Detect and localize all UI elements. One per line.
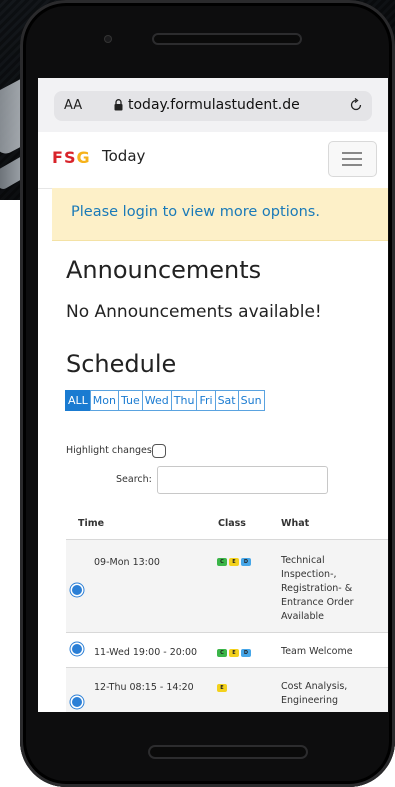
row-what-line: Team Welcome	[281, 646, 353, 657]
day-filter-group: ALL Mon Tue Wed Thu Fri Sat Sun	[65, 390, 265, 411]
day-filter-mon[interactable]: Mon	[89, 390, 119, 411]
row-what-line: Entrance Order	[281, 597, 354, 608]
class-badge-d: D	[241, 649, 251, 657]
schedule-heading: Schedule	[66, 350, 177, 378]
day-filter-sat[interactable]: Sat	[214, 390, 239, 411]
earpiece-speaker	[152, 33, 302, 45]
row-what: Technical Inspection-, Registration- & E…	[281, 554, 381, 624]
row-what-line: Technical	[281, 555, 325, 566]
announcements-empty-text: No Announcements available!	[66, 302, 322, 322]
column-header-time: Time	[78, 518, 105, 529]
class-badge-e: E	[229, 558, 239, 566]
logo-letter: S	[63, 148, 77, 167]
text-size-button[interactable]: AA	[64, 98, 82, 113]
class-badges: E	[217, 684, 227, 692]
reload-icon[interactable]	[348, 97, 364, 113]
address-field[interactable]: AA today.formulastudent.de	[54, 91, 372, 121]
browser-url-bar: AA today.formulastudent.de	[38, 78, 388, 132]
menu-toggle-button[interactable]	[328, 141, 377, 177]
logo-letter: G	[76, 148, 91, 167]
search-label: Search:	[116, 474, 152, 485]
row-time: 11-Wed 19:00 - 20:00	[94, 647, 198, 658]
day-filter-tue[interactable]: Tue	[118, 390, 143, 411]
day-filter-sun[interactable]: Sun	[237, 390, 265, 411]
expand-row-icon[interactable]	[72, 585, 82, 595]
announcements-heading: Announcements	[66, 256, 262, 284]
day-filter-all[interactable]: ALL	[65, 390, 91, 411]
hamburger-icon	[342, 158, 362, 160]
site-navbar: FSG Today	[38, 132, 388, 189]
row-time: 12-Thu 08:15 - 14:20	[94, 682, 194, 693]
class-badges: C E D	[217, 558, 251, 566]
class-badge-e: E	[229, 649, 239, 657]
hamburger-icon	[342, 164, 362, 166]
brand-name[interactable]: Today	[102, 147, 145, 165]
url-text: today.formulastudent.de	[128, 97, 300, 113]
home-indicator[interactable]	[148, 745, 308, 759]
day-filter-thu[interactable]: Thu	[170, 390, 198, 411]
row-what-line: Registration- &	[281, 583, 353, 594]
row-what: Team Welcome	[281, 645, 381, 659]
expand-row-icon[interactable]	[72, 697, 82, 707]
row-what-line: Engineering	[281, 695, 338, 706]
logo-letter: F	[52, 148, 64, 167]
row-what-line: Available	[281, 611, 325, 622]
day-filter-wed[interactable]: Wed	[141, 390, 172, 411]
row-what-line: Inspection-,	[281, 569, 337, 580]
lock-icon	[114, 99, 123, 111]
browser-screen: AA today.formulastudent.de FSG Today Ple…	[38, 78, 388, 712]
login-alert-text[interactable]: Please login to view more options.	[71, 204, 320, 220]
row-time: 09-Mon 13:00	[94, 557, 160, 568]
day-filter-fri[interactable]: Fri	[196, 390, 216, 411]
fsg-logo[interactable]: FSG	[52, 148, 91, 167]
login-alert: Please login to view more options.	[52, 188, 388, 241]
class-badge-c: C	[217, 558, 227, 566]
class-badge-d: D	[241, 558, 251, 566]
class-badge-e: E	[217, 684, 227, 692]
expand-row-icon[interactable]	[72, 644, 82, 654]
front-camera	[104, 35, 112, 43]
class-badge-c: C	[217, 649, 227, 657]
class-badges: C E D	[217, 649, 251, 657]
highlight-changes-checkbox[interactable]	[152, 444, 166, 458]
column-header-class: Class	[218, 518, 246, 529]
hamburger-icon	[342, 152, 362, 154]
row-what-line: Cost Analysis,	[281, 681, 348, 692]
column-header-what: What	[281, 518, 310, 529]
highlight-changes-label: Highlight changes:	[66, 445, 156, 456]
search-input[interactable]	[157, 466, 328, 494]
row-what: Cost Analysis, Engineering	[281, 680, 381, 708]
